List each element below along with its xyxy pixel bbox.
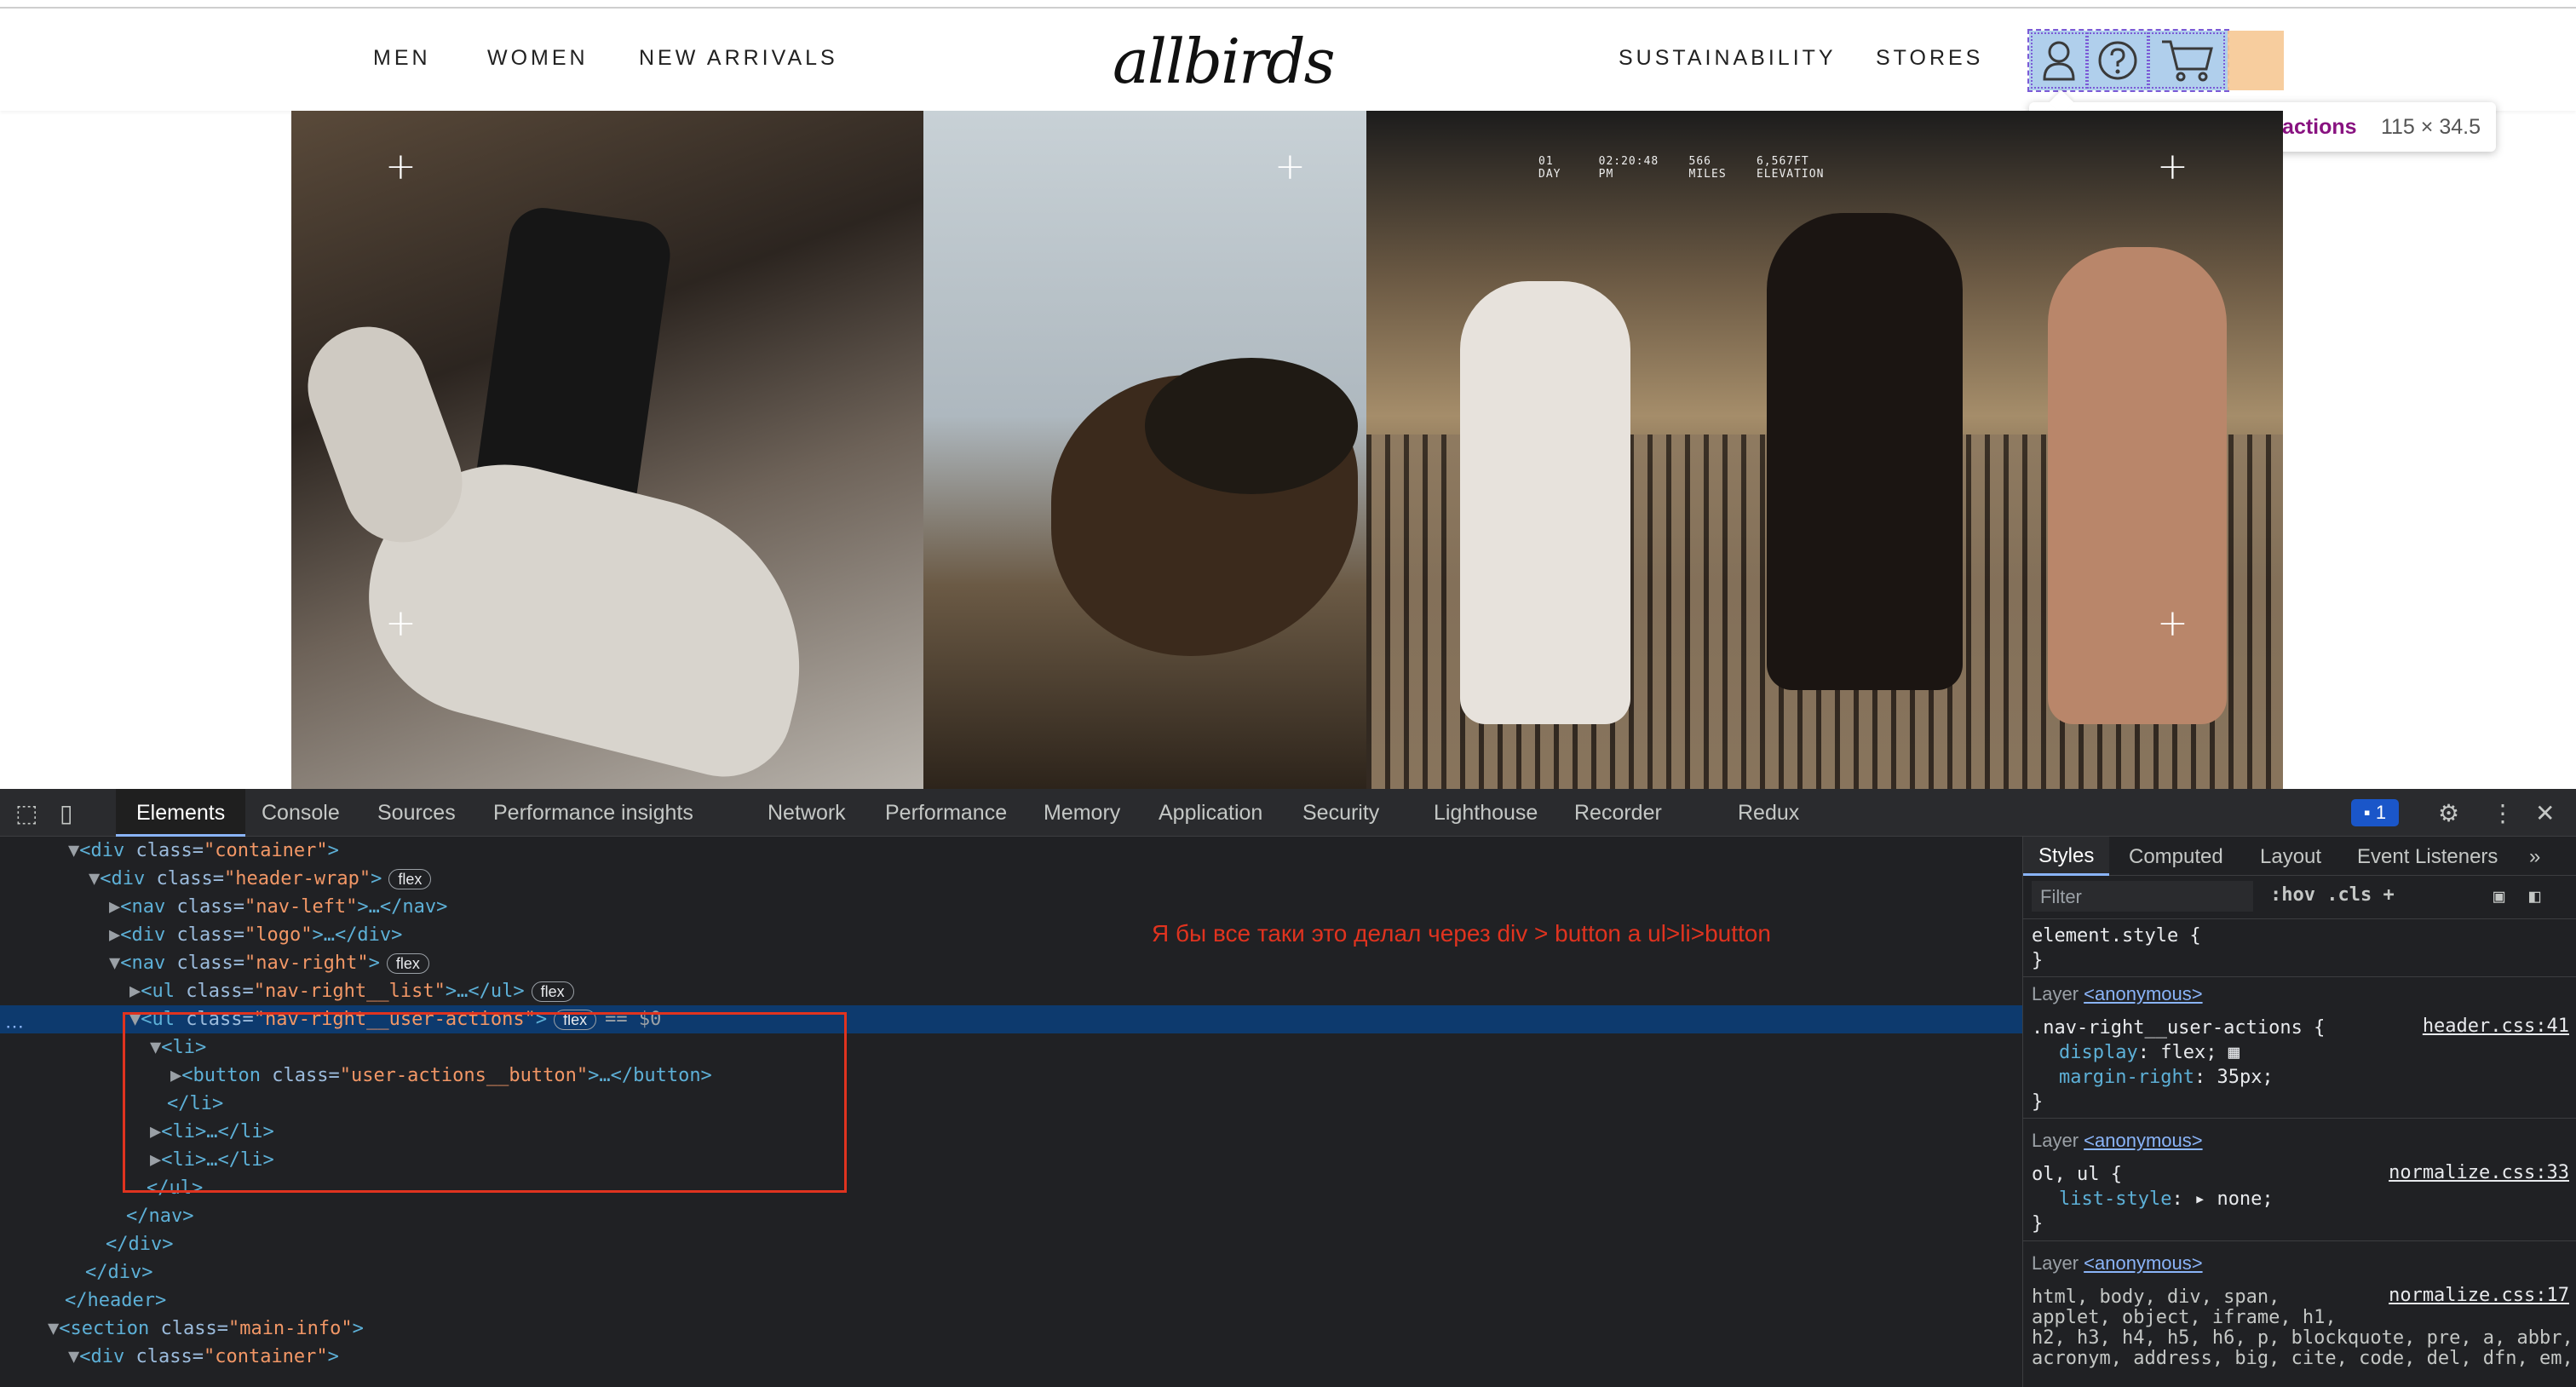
tab-recorder[interactable]: Recorder [1574,801,1662,826]
layer-label: Layer <anonymous> [2032,1252,2203,1274]
dom-node[interactable]: ▼<section class="main-info"> [0,1315,2022,1343]
styles-tabbar: Styles Computed Layout Event Listeners » [2023,837,2576,876]
css-property[interactable]: margin-right: 35px; [2059,1065,2274,1090]
tab-sources[interactable]: Sources [377,801,456,826]
issues-count: 1 [2375,802,2387,823]
annotation-box [123,1012,847,1193]
cart-icon [2162,40,2213,82]
hotspot-icon[interactable]: + [385,605,417,642]
sidebar-toggle-icon[interactable]: ◧ [2529,884,2540,909]
tab-elements[interactable]: Elements [116,789,246,837]
margin-highlight [2228,31,2284,90]
tab-security[interactable]: Security [1302,801,1379,826]
layer-label: Layer <anonymous> [2032,983,2203,1004]
tab-memory[interactable]: Memory [1044,801,1120,826]
styles-toolbar-buttons[interactable]: :hov .cls + [2270,884,2395,906]
settings-gear-icon[interactable]: ⚙ [2438,799,2459,827]
more-options-icon[interactable]: ⋮ [2491,799,2515,827]
tab-console[interactable]: Console [262,801,340,826]
rule-selector[interactable]: acronym, address, big, cite, code, del, … [2032,1346,2573,1371]
hotspot-icon[interactable]: + [2157,605,2188,642]
dom-node[interactable]: ▶<nav class="nav-left">…</nav> [0,893,2022,921]
dom-node[interactable]: </div> [0,1230,2022,1258]
issues-badge[interactable]: ▪ 1 [2351,799,2399,826]
dom-node[interactable]: ▶<ul class="nav-right__list">…</ul> flex [0,977,2022,1005]
styles-filter-input[interactable]: Filter [2032,881,2253,912]
dom-node[interactable]: ▼<div class="container"> [0,837,2022,865]
flex-badge[interactable]: flex [386,953,429,974]
anonymous-layer-link[interactable]: <anonymous> [2084,1130,2202,1151]
tab-redux[interactable]: Redux [1738,801,1799,826]
hotspot-icon[interactable]: + [1274,148,1306,186]
nav-new-arrivals[interactable]: NEW ARRIVALS [639,46,838,71]
rule-source-link[interactable]: normalize.css:33 [2389,1162,2569,1183]
help-icon [2098,41,2137,80]
help-button[interactable] [2087,32,2148,89]
nav-stores[interactable]: STORES [1876,46,1983,71]
rule-close: } [2032,950,2044,971]
flex-badge[interactable]: flex [388,869,432,889]
tab-application[interactable]: Application [1159,801,1262,826]
tab-performance[interactable]: Performance [885,801,1007,826]
rule-source-link[interactable]: normalize.css:17 [2389,1285,2569,1306]
allbirds-logo[interactable]: allbirds [1113,27,1336,95]
rule-source-link[interactable]: header.css:41 [2423,1016,2569,1037]
dom-node[interactable]: </nav> [0,1202,2022,1230]
rule-close: } [2032,1213,2044,1234]
message-icon: ▪ [2363,802,2376,823]
inspect-element-icon[interactable]: ⬚ [15,799,37,827]
tab-lighthouse[interactable]: Lighthouse [1434,801,1538,826]
hero-image-portrait[interactable]: + [923,111,1366,789]
hero-overlay-stats: 01 02:20:48 566 6,567FT DAY PM MILES ELE… [1538,155,1825,181]
tab-layout[interactable]: Layout [2260,845,2321,869]
node-actions-icon[interactable]: ⋯ [5,1016,24,1038]
anonymous-layer-link[interactable]: <anonymous> [2084,1252,2202,1274]
annotation-comment: Я бы все таки это делал через div > butt… [1152,920,1771,947]
rule-selector[interactable]: ol, ul { [2032,1162,2122,1187]
tooltip-size: 115 × 34.5 [2380,114,2481,139]
tab-performance-insights[interactable]: Performance insights [493,801,693,826]
flex-badge[interactable]: flex [531,981,574,1002]
more-tabs-icon[interactable]: » [2529,845,2540,869]
tab-event-listeners[interactable]: Event Listeners [2357,845,2498,869]
account-icon [2043,41,2075,81]
user-actions-highlight [2027,29,2229,92]
css-property[interactable]: list-style: ▸ none; [2059,1187,2274,1211]
styles-pane: Styles Computed Layout Event Listeners »… [2022,837,2576,1387]
nav-sustainability[interactable]: SUSTAINABILITY [1619,46,1837,71]
dom-node[interactable]: </header> [0,1286,2022,1315]
cart-button[interactable] [2148,32,2225,89]
dom-node[interactable]: ▼<nav class="nav-right"> flex [0,949,2022,977]
tab-computed[interactable]: Computed [2129,845,2223,869]
tab-network[interactable]: Network [768,801,846,826]
anonymous-layer-link[interactable]: <anonymous> [2084,983,2202,1004]
hero-image-shoe[interactable]: + + [290,111,923,791]
devtools-tabbar: ⬚ ▯ Elements Console Sources Performance… [0,789,2576,837]
dom-node[interactable]: ▼<div class="header-wrap"> flex [0,865,2022,893]
rule-close: } [2032,1091,2044,1113]
element-style-rule[interactable]: element.style { [2032,924,2201,948]
nav-men[interactable]: MEN [373,46,431,71]
layer-label: Layer <anonymous> [2032,1130,2203,1151]
account-button[interactable] [2031,32,2087,89]
hotspot-icon[interactable]: + [2157,148,2188,186]
css-property[interactable]: display: flex; ▦ [2059,1040,2240,1065]
rule-selector[interactable]: .nav-right__user-actions { [2032,1016,2325,1040]
dom-node[interactable]: </div> [0,1258,2022,1286]
hero-image-runners[interactable]: + + [1366,111,2283,789]
flexbox-editor-icon[interactable]: ▦ [2217,1042,2240,1063]
paint-icon[interactable]: ▣ [2493,884,2504,909]
page-top-edge [0,0,2576,9]
close-icon[interactable]: ✕ [2535,799,2555,827]
nav-women[interactable]: WOMEN [487,46,589,71]
device-toolbar-icon[interactable]: ▯ [60,799,72,827]
dom-node[interactable]: ▼<div class="container"> [0,1343,2022,1371]
hotspot-icon[interactable]: + [385,148,417,186]
tab-styles[interactable]: Styles [2023,837,2110,876]
